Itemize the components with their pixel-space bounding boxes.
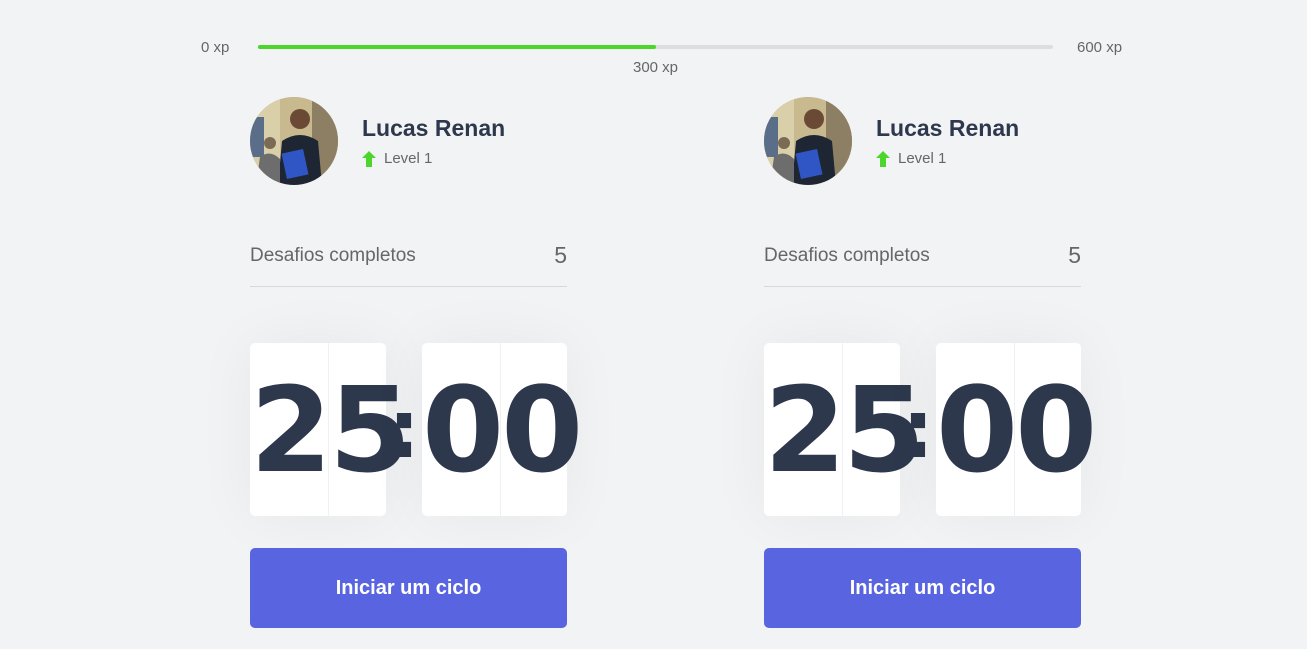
xp-current-label: 300 xp (632, 59, 679, 76)
challenge-panel-left: Lucas Renan Level 1 Desafios completos 5… (250, 0, 583, 649)
avatar (250, 97, 338, 185)
xp-min-label: 0 xp (201, 39, 230, 56)
minute-tens-digit: 2 (250, 343, 332, 516)
start-cycle-button[interactable]: Iniciar um ciclo (250, 548, 567, 628)
experience-bar: 0 xp 300 xp 600 xp (0, 0, 1307, 90)
second-tens-digit: 0 (422, 343, 504, 516)
seconds-display: 0 0 (936, 343, 1097, 516)
level-up-arrow-icon (876, 150, 890, 167)
profile: Lucas Renan Level 1 (250, 97, 505, 185)
second-ones-digit: 0 (501, 360, 583, 499)
second-tens-digit: 0 (936, 343, 1018, 516)
xp-max-label: 600 xp (1077, 39, 1123, 56)
user-name: Lucas Renan (362, 115, 506, 141)
level-label: Level 1 (384, 150, 433, 167)
countdown-timer: 2 5 : 0 0 (764, 343, 1097, 516)
completed-challenges-label: Desafios completos (250, 245, 416, 266)
avatar (764, 97, 852, 185)
app-page: 0 xp 300 xp 600 xp Lucas Renan Level 1 D… (0, 0, 1307, 649)
second-ones-digit: 0 (1015, 360, 1097, 499)
level-label: Level 1 (898, 150, 947, 167)
seconds-display: 0 0 (422, 343, 583, 516)
minutes-display: 2 5 (764, 343, 925, 516)
start-cycle-button[interactable]: Iniciar um ciclo (764, 548, 1081, 628)
completed-challenges-label: Desafios completos (764, 245, 930, 266)
completed-challenges: Desafios completos 5 (764, 240, 1081, 287)
time-separator: : (388, 382, 420, 476)
profile: Lucas Renan Level 1 (764, 97, 1019, 185)
user-name: Lucas Renan (876, 115, 1020, 141)
completed-challenges: Desafios completos 5 (250, 240, 567, 287)
completed-challenges-count: 5 (554, 242, 567, 268)
minute-tens-digit: 2 (764, 343, 846, 516)
time-separator: : (902, 382, 934, 476)
level-up-arrow-icon (362, 150, 376, 167)
challenge-panel-right: Lucas Renan Level 1 Desafios completos 5… (764, 0, 1097, 649)
minutes-display: 2 5 (250, 343, 411, 516)
countdown-timer: 2 5 : 0 0 (250, 343, 583, 516)
completed-challenges-count: 5 (1068, 242, 1081, 268)
